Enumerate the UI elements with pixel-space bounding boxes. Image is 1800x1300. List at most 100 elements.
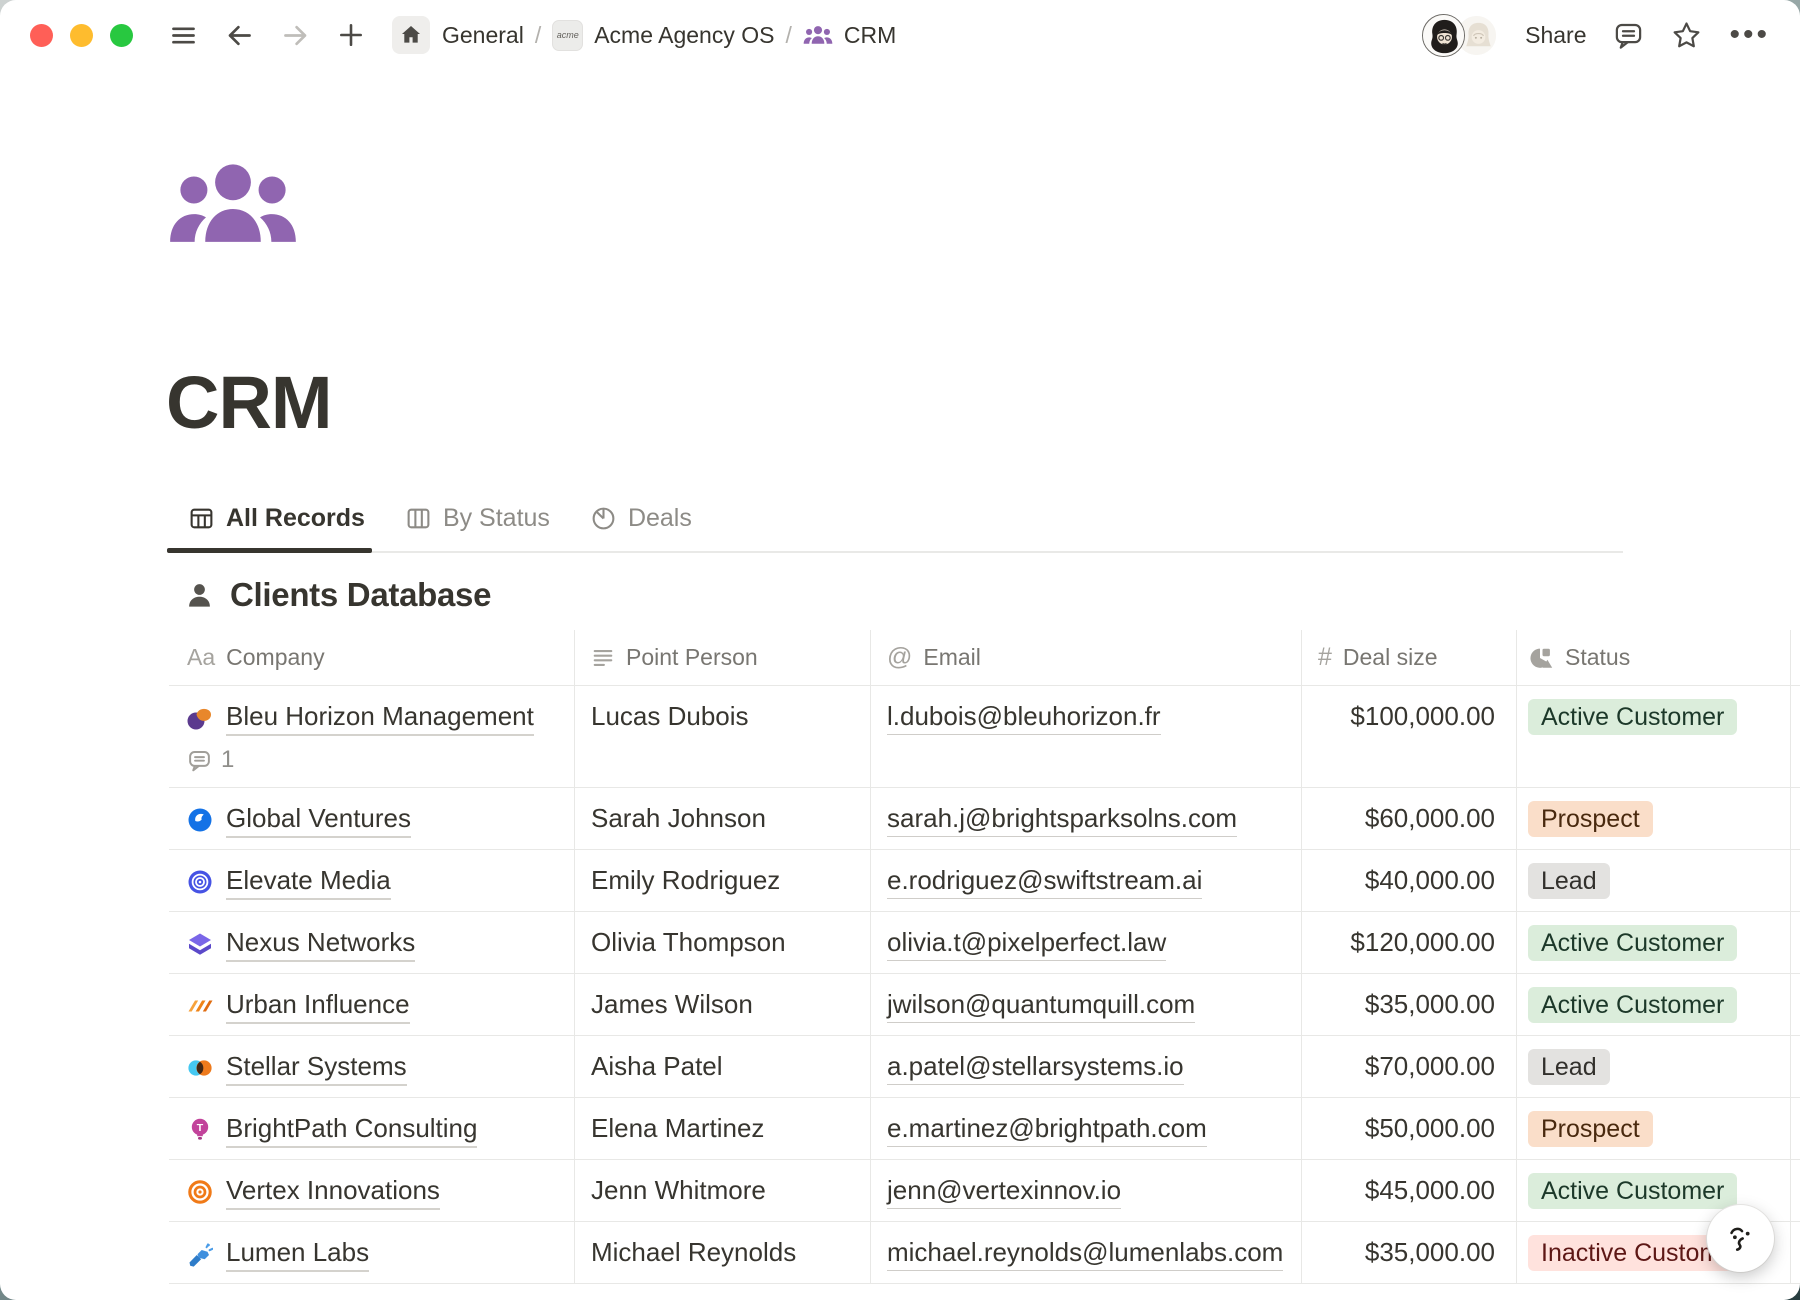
column-header-status[interactable]: Status xyxy=(1516,630,1790,685)
status-badge[interactable]: Lead xyxy=(1528,1049,1610,1085)
status-cell[interactable]: Lead xyxy=(1516,850,1790,911)
status-cell[interactable]: Active Customer xyxy=(1516,974,1790,1035)
deal-size-cell[interactable]: $120,000.00 xyxy=(1301,912,1516,973)
status-cell[interactable]: Active Customer xyxy=(1516,686,1790,787)
comments-icon[interactable] xyxy=(1613,20,1644,51)
column-header-company[interactable]: AaCompany xyxy=(169,630,574,685)
table-row[interactable]: Global Ventures Sarah Johnson sarah.j@brig… xyxy=(169,788,1800,850)
status-badge[interactable]: Prospect xyxy=(1528,1111,1653,1147)
favorite-star-icon[interactable] xyxy=(1671,20,1702,51)
deal-size-cell[interactable]: $35,000.00 xyxy=(1301,1222,1516,1283)
column-header-point-person[interactable]: Point Person xyxy=(574,630,870,685)
sidebar-menu-icon[interactable] xyxy=(169,21,198,50)
page-icon-people[interactable] xyxy=(167,156,299,256)
zoom-window-button[interactable] xyxy=(110,24,133,47)
company-link[interactable]: Urban Influence xyxy=(226,987,410,1024)
table-row[interactable]: Stellar Systems Aisha Patel a.patel@stella… xyxy=(169,1036,1800,1098)
deal-size-cell[interactable]: $100,000.00 xyxy=(1301,686,1516,787)
point-person-cell[interactable]: Olivia Thompson xyxy=(574,912,870,973)
company-link[interactable]: Elevate Media xyxy=(226,863,391,900)
status-badge[interactable]: Active Customer xyxy=(1528,1173,1737,1209)
point-person-cell[interactable]: Sarah Johnson xyxy=(574,788,870,849)
email-cell[interactable]: michael.reynolds@lumenlabs.com xyxy=(870,1222,1301,1283)
table-row[interactable]: TBrightPath ConsultingElena Martinez e.ma… xyxy=(169,1098,1800,1160)
column-header-email[interactable]: @Email xyxy=(870,630,1301,685)
new-page-icon[interactable] xyxy=(337,21,365,49)
point-person-cell[interactable]: James Wilson xyxy=(574,974,870,1035)
table-row[interactable]: Bleu Horizon Management 1 Lucas Dubois l.du… xyxy=(169,686,1800,788)
column-header-deal-size[interactable]: #Deal size xyxy=(1301,630,1516,685)
database-title[interactable]: Clients Database xyxy=(230,576,491,614)
company-link[interactable]: Bleu Horizon Management xyxy=(226,699,534,736)
email-link[interactable]: michael.reynolds@lumenlabs.com xyxy=(887,1235,1283,1271)
email-link[interactable]: jenn@vertexinnov.io xyxy=(887,1173,1121,1209)
point-person-cell[interactable]: Michael Reynolds xyxy=(574,1222,870,1283)
company-link[interactable]: Lumen Labs xyxy=(226,1235,369,1272)
deal-size-cell[interactable]: $45,000.00 xyxy=(1301,1160,1516,1221)
company-cell[interactable]: TBrightPath Consulting xyxy=(169,1098,574,1159)
company-link[interactable]: Vertex Innovations xyxy=(226,1173,440,1210)
tab-deals[interactable]: Deals xyxy=(588,500,694,537)
company-link[interactable]: BrightPath Consulting xyxy=(226,1111,477,1148)
company-link[interactable]: Global Ventures xyxy=(226,801,411,838)
company-cell[interactable]: Vertex Innovations xyxy=(169,1160,574,1221)
deal-size-cell[interactable]: $70,000.00 xyxy=(1301,1036,1516,1097)
table-row[interactable]: Vertex Innovations Jenn Whitmore jenn@vert… xyxy=(169,1160,1800,1222)
tab-all-records[interactable]: All Records xyxy=(186,500,367,537)
status-badge[interactable]: Active Customer xyxy=(1528,699,1737,735)
company-link[interactable]: Nexus Networks xyxy=(226,925,415,962)
email-link[interactable]: e.martinez@brightpath.com xyxy=(887,1111,1207,1147)
breadcrumb-acme-agency-os[interactable]: Acme Agency OS xyxy=(594,22,774,49)
back-icon[interactable] xyxy=(225,21,254,50)
email-cell[interactable]: e.martinez@brightpath.com xyxy=(870,1098,1301,1159)
deal-size-cell[interactable]: $35,000.00 xyxy=(1301,974,1516,1035)
point-person-cell[interactable]: Elena Martinez xyxy=(574,1098,870,1159)
point-person-cell[interactable]: Emily Rodriguez xyxy=(574,850,870,911)
email-cell[interactable]: sarah.j@brightsparksolns.com xyxy=(870,788,1301,849)
deal-size-cell[interactable]: $40,000.00 xyxy=(1301,850,1516,911)
company-cell[interactable]: Stellar Systems xyxy=(169,1036,574,1097)
email-cell[interactable]: e.rodriguez@swiftstream.ai xyxy=(870,850,1301,911)
breadcrumb-general[interactable]: General xyxy=(442,22,524,49)
company-cell[interactable]: Urban Influence xyxy=(169,974,574,1035)
home-button[interactable] xyxy=(392,16,430,54)
tab-by-status[interactable]: By Status xyxy=(403,500,552,537)
notion-ai-button[interactable] xyxy=(1707,1205,1774,1272)
status-cell[interactable]: Prospect xyxy=(1516,788,1790,849)
more-options-icon[interactable]: ••• xyxy=(1729,30,1770,40)
status-cell[interactable]: Prospect xyxy=(1516,1098,1790,1159)
point-person-cell[interactable]: Lucas Dubois xyxy=(574,686,870,787)
status-badge[interactable]: Lead xyxy=(1528,863,1610,899)
email-link[interactable]: l.dubois@bleuhorizon.fr xyxy=(887,699,1161,735)
company-cell[interactable]: Global Ventures xyxy=(169,788,574,849)
email-cell[interactable]: olivia.t@pixelperfect.law xyxy=(870,912,1301,973)
share-button[interactable]: Share xyxy=(1525,22,1586,49)
table-row[interactable]: Nexus Networks Olivia Thompson olivia.t@pi… xyxy=(169,912,1800,974)
status-cell[interactable]: Active Customer xyxy=(1516,912,1790,973)
company-link[interactable]: Stellar Systems xyxy=(226,1049,407,1086)
deal-size-cell[interactable]: $50,000.00 xyxy=(1301,1098,1516,1159)
status-badge[interactable]: Active Customer xyxy=(1528,987,1737,1023)
email-link[interactable]: jwilson@quantumquill.com xyxy=(887,987,1195,1023)
email-link[interactable]: a.patel@stellarsystems.io xyxy=(887,1049,1184,1085)
company-cell[interactable]: Nexus Networks xyxy=(169,912,574,973)
point-person-cell[interactable]: Aisha Patel xyxy=(574,1036,870,1097)
table-row[interactable]: Lumen Labs Michael Reynolds michael.reynol… xyxy=(169,1222,1800,1284)
table-row[interactable]: Urban Influence James Wilson jwilson@quant… xyxy=(169,974,1800,1036)
minimize-window-button[interactable] xyxy=(70,24,93,47)
deal-size-cell[interactable]: $60,000.00 xyxy=(1301,788,1516,849)
email-cell[interactable]: jwilson@quantumquill.com xyxy=(870,974,1301,1035)
close-window-button[interactable] xyxy=(30,24,53,47)
forward-icon[interactable] xyxy=(281,21,310,50)
breadcrumb-crm[interactable]: CRM xyxy=(844,22,896,49)
point-person-cell[interactable]: Jenn Whitmore xyxy=(574,1160,870,1221)
email-link[interactable]: olivia.t@pixelperfect.law xyxy=(887,925,1166,961)
email-link[interactable]: sarah.j@brightsparksolns.com xyxy=(887,801,1237,837)
email-cell[interactable]: jenn@vertexinnov.io xyxy=(870,1160,1301,1221)
status-badge[interactable]: Active Customer xyxy=(1528,925,1737,961)
email-cell[interactable]: l.dubois@bleuhorizon.fr xyxy=(870,686,1301,787)
email-cell[interactable]: a.patel@stellarsystems.io xyxy=(870,1036,1301,1097)
comment-count[interactable]: 1 xyxy=(187,746,566,774)
table-row[interactable]: Elevate Media Emily Rodrigueze.rodriguez@… xyxy=(169,850,1800,912)
company-cell[interactable]: Elevate Media xyxy=(169,850,574,911)
